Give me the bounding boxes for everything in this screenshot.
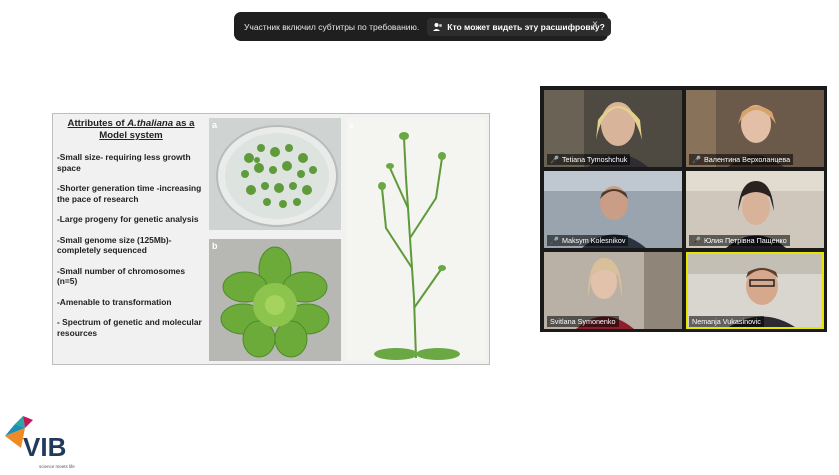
panel-label-a: a [212, 120, 218, 130]
vib-logo: VIB science meets life [3, 414, 93, 470]
rosette-photo: b [209, 239, 341, 361]
participant-tile[interactable]: 🎤 Tetiana Tymoshchuk [544, 90, 682, 167]
who-can-see-label: Кто может видеть эту расшифровку? [447, 21, 605, 32]
participant-name-tag: 🎤 Юлия Петрівна Пащенко [689, 235, 790, 246]
participant-tile[interactable]: 🎤 Юлия Петрівна Пащенко [686, 171, 824, 248]
participant-name-tag: 🎤 Tetiana Tymoshchuk [547, 154, 631, 165]
participant-tile-active-speaker[interactable]: Nemanja Vukasinovic [686, 252, 824, 329]
slide-bullet: -Small number of chromosomes (n=5) [57, 265, 185, 287]
slide-bullet: -Shorter generation time -increasing the… [57, 183, 202, 204]
logo-tagline: science meets life [39, 464, 75, 469]
participant-video-grid: 🎤 Tetiana Tymoshchuk 🎤 Валентина Верхоланц… [540, 86, 827, 332]
slide-bullet: -Amenable to transformation [57, 296, 172, 307]
slide-text-column: Attributes of A.thaliana as a Model syst… [57, 118, 205, 348]
participant-name-tag: Nemanja Vukasinovic [689, 316, 764, 327]
participant-name-tag: 🎤 Maksym Kolesnikov [547, 235, 629, 246]
panel-label-b: b [212, 241, 218, 251]
slide-bullet: -Small genome size (125Mb)- completely s… [57, 234, 172, 256]
participant-tile[interactable]: 🎤 Maksym Kolesnikov [544, 171, 682, 248]
logo-text: VIB [23, 432, 66, 462]
slide-bullet: -Small size- requiring less growth space [57, 152, 191, 173]
caption-message: Участник включил субтитры по требованию. [244, 21, 420, 32]
slide-bullet: -Large progeny for genetic analysis [57, 214, 199, 224]
panel-label-c: c [349, 120, 355, 130]
participant-name-tag: 🎤 Валентина Верхоланцева [689, 154, 794, 165]
people-icon [433, 22, 443, 31]
participant-tile[interactable]: 🎤 Валентина Верхоланцева [686, 90, 824, 167]
muted-mic-icon: 🎤 [550, 155, 559, 164]
caption-notification-banner: Участник включил субтитры по требованию.… [234, 12, 611, 41]
muted-mic-icon: 🎤 [692, 155, 701, 164]
close-banner-button[interactable]: × [592, 19, 598, 30]
muted-mic-icon: 🎤 [692, 236, 701, 245]
muted-mic-icon: 🎤 [550, 236, 559, 245]
shared-slide: Attributes of A.thaliana as a Model syst… [52, 113, 490, 365]
who-can-see-transcript-button[interactable]: Кто может видеть эту расшифровку? [427, 17, 611, 36]
slide-bullet: - Spectrum of genetic and molecular reso… [57, 317, 202, 338]
participant-tile[interactable]: Svitlana Symonenko [544, 252, 682, 329]
participant-name-tag: Svitlana Symonenko [547, 316, 619, 327]
petri-dish-photo: a [209, 118, 341, 230]
slide-title: Attributes of A.thaliana as a Model syst… [67, 118, 195, 141]
flowering-plant-photo: c [346, 118, 486, 361]
